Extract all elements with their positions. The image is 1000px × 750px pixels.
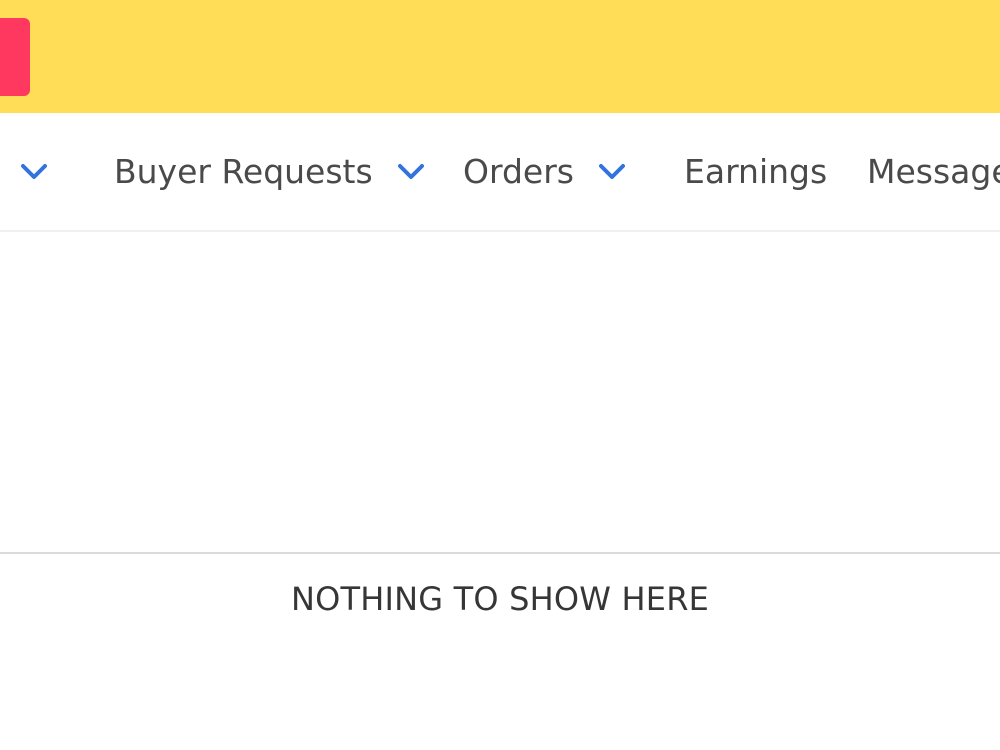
nav-item-orders[interactable]: Orders: [463, 113, 626, 230]
nav-item-buyer-requests[interactable]: Buyer Requests: [114, 113, 425, 230]
nav-item-dropdown-clipped[interactable]: [0, 113, 48, 230]
divider: [0, 552, 1000, 554]
nav-item-label: Earnings: [684, 152, 828, 191]
nav-item-earnings[interactable]: Earnings: [684, 113, 827, 230]
top-bar: [0, 0, 1000, 113]
chevron-down-icon: [397, 163, 425, 181]
main-navigation: Buyer Requests Orders Earnings Message: [0, 113, 1000, 232]
red-action-button[interactable]: [0, 18, 30, 96]
nav-item-label: Message: [867, 152, 1000, 191]
chevron-down-icon: [598, 163, 626, 181]
nav-item-messages[interactable]: Message: [867, 113, 1000, 230]
nav-item-label: Orders: [463, 152, 574, 191]
content-area: [0, 232, 1000, 552]
empty-state-message: NOTHING TO SHOW HERE: [290, 580, 710, 618]
chevron-down-icon: [20, 163, 48, 181]
nav-item-label: Buyer Requests: [114, 152, 373, 191]
